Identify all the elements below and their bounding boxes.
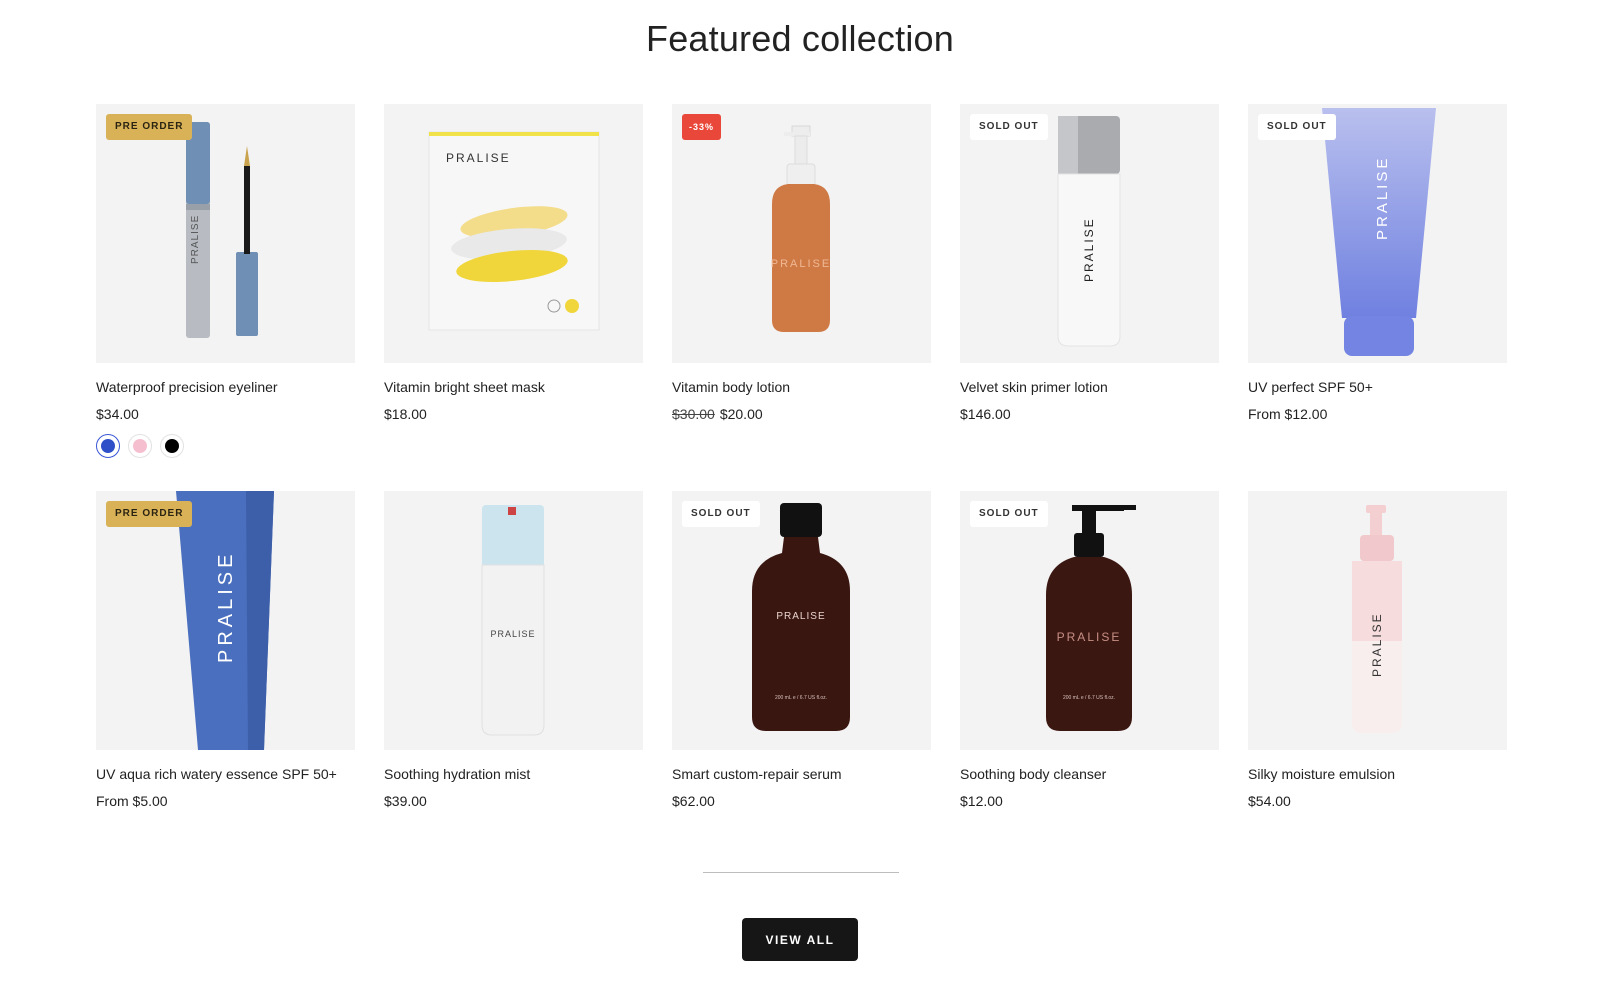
product-title[interactable]: UV perfect SPF 50+: [1248, 379, 1507, 395]
pre-order-badge: PRE ORDER: [106, 114, 193, 140]
product-card[interactable]: SOLD OUT PRALISE UV perfect SPF 50+ From…: [1248, 104, 1507, 422]
product-price: $18.00: [384, 406, 427, 422]
product-price: $62.00: [672, 793, 715, 809]
product-title[interactable]: Vitamin bright sheet mask: [384, 379, 643, 395]
product-image[interactable]: SOLD OUT PRALISE 200 mL e / 6.7 US fl.oz…: [960, 491, 1219, 750]
product-price: $54.00: [1248, 793, 1291, 809]
product-card[interactable]: PRALISE Silky moisture emulsion $54.00: [1248, 491, 1507, 809]
product-price: From $12.00: [1248, 406, 1328, 422]
product-title[interactable]: Soothing body cleanser: [960, 766, 1219, 782]
eyeliner-illustration: PRALISE: [186, 122, 258, 338]
swatch-blue[interactable]: [96, 434, 120, 458]
product-image[interactable]: PRE ORDER PRALISE: [96, 491, 355, 750]
sold-out-badge: SOLD OUT: [970, 501, 1048, 527]
view-all-button[interactable]: VIEW ALL: [742, 918, 858, 961]
discount-badge: -33%: [682, 114, 722, 140]
product-price: $34.00: [96, 406, 139, 422]
product-card[interactable]: PRE ORDER PRALISE Waterproof precision e…: [96, 104, 355, 458]
product-card[interactable]: SOLD OUT PRALISE Velvet skin primer loti…: [960, 104, 1219, 422]
product-title[interactable]: Velvet skin primer lotion: [960, 379, 1219, 395]
svg-text:PRALISE: PRALISE: [490, 629, 535, 639]
product-card[interactable]: PRALISE Vitamin bright sheet mask $18.00: [384, 104, 643, 422]
product-price: $39.00: [384, 793, 427, 809]
product-image[interactable]: SOLD OUT PRALISE: [1248, 104, 1507, 363]
product-image[interactable]: PRALISE: [384, 491, 643, 750]
product-card[interactable]: SOLD OUT PRALISE 200 mL e / 6.7 US fl.oz…: [960, 491, 1219, 809]
sheet-mask-illustration: PRALISE: [428, 131, 600, 331]
product-title[interactable]: Smart custom-repair serum: [672, 766, 931, 782]
product-image[interactable]: SOLD OUT PRALISE 200 mL e / 6.7 US fl.oz…: [672, 491, 931, 750]
cleanser-bottle-illustration: PRALISE 200 mL e / 6.7 US fl.oz.: [1046, 505, 1136, 731]
serum-bottle-illustration: PRALISE 200 mL e / 6.7 US fl.oz.: [752, 503, 850, 731]
mist-bottle-illustration: PRALISE: [481, 505, 545, 736]
svg-text:200 mL e / 6.7 US fl.oz.: 200 mL e / 6.7 US fl.oz.: [775, 695, 827, 701]
svg-text:PRALISE: PRALISE: [190, 215, 201, 264]
essence-tube-illustration: PRALISE: [176, 491, 274, 750]
product-image[interactable]: -33% PRALISE: [672, 104, 931, 363]
emulsion-bottle-illustration: PRALISE: [1352, 505, 1402, 733]
product-image[interactable]: PRE ORDER PRALISE: [96, 104, 355, 363]
pre-order-badge: PRE ORDER: [106, 501, 193, 527]
sunscreen-tube-illustration: PRALISE: [1322, 108, 1436, 356]
swatch-pink-dot: [133, 439, 147, 453]
product-title[interactable]: Silky moisture emulsion: [1248, 766, 1507, 782]
lotion-bottle-illustration: PRALISE: [771, 125, 831, 332]
product-price: $12.00: [960, 793, 1003, 809]
product-title[interactable]: UV aqua rich watery essence SPF 50+: [96, 766, 355, 782]
product-price: $30.00 $20.00: [672, 406, 763, 422]
sold-out-badge: SOLD OUT: [682, 501, 760, 527]
sold-out-badge: SOLD OUT: [1258, 114, 1336, 140]
svg-text:PRALISE: PRALISE: [776, 611, 825, 622]
product-card[interactable]: SOLD OUT PRALISE 200 mL e / 6.7 US fl.oz…: [672, 491, 931, 809]
svg-text:PRALISE: PRALISE: [1057, 630, 1122, 644]
product-card[interactable]: -33% PRALISE Vitamin body lotion $30.00 $…: [672, 104, 931, 422]
swatch-blue-dot: [101, 439, 115, 453]
svg-text:PRALISE: PRALISE: [1082, 217, 1096, 282]
svg-text:PRALISE: PRALISE: [1374, 156, 1391, 240]
swatch-black-dot: [165, 439, 179, 453]
svg-text:PRALISE: PRALISE: [215, 551, 237, 663]
sold-out-badge: SOLD OUT: [970, 114, 1048, 140]
product-image[interactable]: PRALISE: [1248, 491, 1507, 750]
svg-text:PRALISE: PRALISE: [446, 151, 511, 165]
product-card[interactable]: PRALISE Soothing hydration mist $39.00: [384, 491, 643, 809]
swatch-black[interactable]: [160, 434, 184, 458]
section-title: Featured collection: [646, 18, 954, 59]
product-title[interactable]: Soothing hydration mist: [384, 766, 643, 782]
compare-at-price: $30.00: [672, 406, 715, 422]
product-card[interactable]: PRE ORDER PRALISE UV aqua rich watery es…: [96, 491, 355, 809]
product-price: $146.00: [960, 406, 1011, 422]
color-swatches: [96, 434, 355, 458]
svg-text:PRALISE: PRALISE: [1370, 612, 1384, 677]
product-image[interactable]: SOLD OUT PRALISE: [960, 104, 1219, 363]
svg-text:PRALISE: PRALISE: [771, 258, 831, 270]
swatch-pink[interactable]: [128, 434, 152, 458]
product-title[interactable]: Vitamin body lotion: [672, 379, 931, 395]
product-title[interactable]: Waterproof precision eyeliner: [96, 379, 355, 395]
product-image[interactable]: PRALISE: [384, 104, 643, 363]
product-price: From $5.00: [96, 793, 168, 809]
section-divider: [703, 872, 899, 873]
svg-text:200 mL e / 6.7 US fl.oz.: 200 mL e / 6.7 US fl.oz.: [1063, 695, 1115, 701]
primer-bottle-illustration: PRALISE: [1057, 116, 1121, 347]
